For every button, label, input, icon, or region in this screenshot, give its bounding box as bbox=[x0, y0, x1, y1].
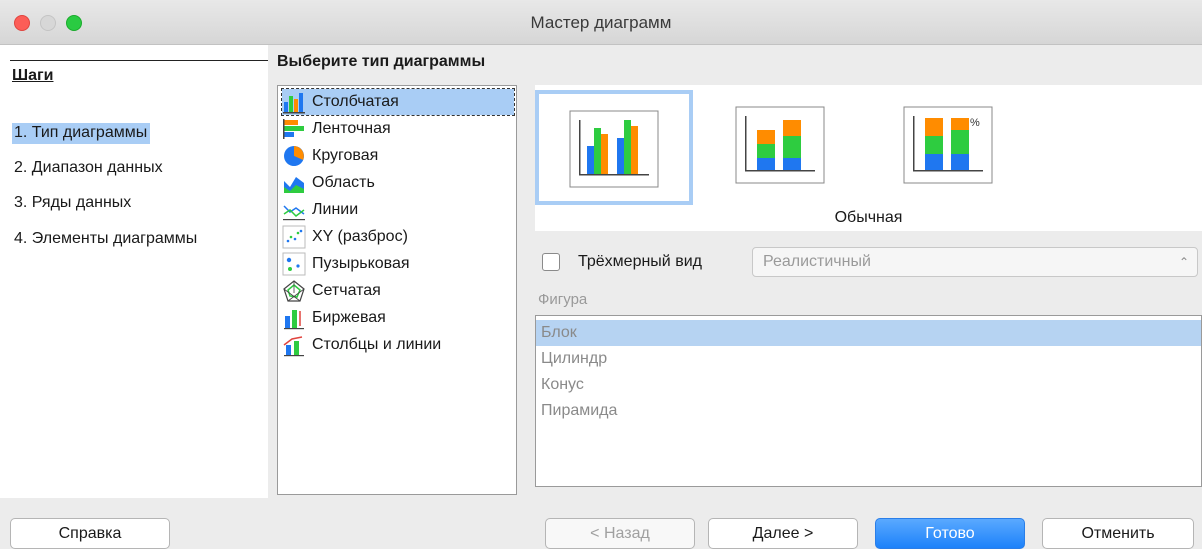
chart-type-label: Линии bbox=[312, 201, 359, 218]
chart-type-label: Область bbox=[312, 174, 375, 191]
step-data-range[interactable]: 2. Диапазон данных bbox=[12, 158, 166, 179]
column-line-chart-icon bbox=[283, 336, 304, 357]
chart-type-bubble[interactable]: Пузырьковая bbox=[282, 251, 514, 277]
back-button[interactable]: < Назад bbox=[545, 518, 695, 549]
step-chart-elements[interactable]: 4. Элементы диаграммы bbox=[12, 229, 200, 250]
chart-type-list[interactable]: Столбчатая Ленточная Круговая Область Ли… bbox=[277, 85, 517, 495]
column-chart-icon bbox=[283, 93, 305, 114]
chart-type-label: Столбчатая bbox=[312, 93, 399, 110]
steps-divider bbox=[10, 60, 268, 61]
chart-variants-panel: % Обычная bbox=[535, 85, 1202, 231]
variant-label: Обычная bbox=[834, 209, 903, 226]
stock-chart-icon bbox=[284, 310, 304, 330]
step-chart-type[interactable]: 1. Тип диаграммы bbox=[12, 123, 151, 144]
chart-type-label: Ленточная bbox=[312, 120, 391, 137]
shape-list[interactable]: Блок Цилиндр Конус Пирамида bbox=[535, 315, 1202, 487]
net-chart-icon bbox=[283, 280, 305, 302]
steps-heading: Шаги bbox=[12, 67, 54, 84]
step-data-series[interactable]: 3. Ряды данных bbox=[12, 193, 134, 214]
chart-type-column[interactable]: Столбчатая bbox=[281, 88, 515, 116]
three-d-label: Трёхмерный вид bbox=[578, 253, 702, 270]
section-title: Выберите тип диаграммы bbox=[277, 53, 486, 70]
chart-type-bar[interactable]: Ленточная bbox=[282, 116, 514, 142]
help-button[interactable]: Справка bbox=[10, 518, 170, 549]
chart-type-label: Круговая bbox=[312, 147, 379, 164]
variant-percent-stacked[interactable]: % bbox=[873, 90, 1031, 205]
shape-option-cone[interactable]: Конус bbox=[536, 372, 1201, 398]
percent-symbol: % bbox=[970, 117, 980, 129]
finish-button[interactable]: Готово bbox=[875, 518, 1025, 549]
chart-type-line[interactable]: Линии bbox=[282, 197, 514, 223]
chart-type-label: Биржевая bbox=[312, 309, 386, 326]
normal-column-icon bbox=[569, 110, 659, 188]
window-title: Мастер диаграмм bbox=[530, 13, 672, 32]
three-d-scheme-value: Реалистичный bbox=[763, 253, 871, 270]
chart-type-scatter[interactable]: XY (разброс) bbox=[282, 224, 514, 250]
chart-type-label: Пузырьковая bbox=[312, 255, 410, 272]
chart-type-label: Сетчатая bbox=[312, 282, 381, 299]
line-chart-icon bbox=[283, 205, 305, 221]
three-d-checkbox[interactable] bbox=[542, 253, 560, 271]
chevron-up-down-icon: ⌃ bbox=[1178, 255, 1189, 269]
shape-option-block[interactable]: Блок bbox=[536, 320, 1201, 346]
chart-type-column-line[interactable]: Столбцы и линии bbox=[282, 332, 514, 358]
stacked-column-icon bbox=[735, 106, 825, 184]
chart-type-label: Столбцы и линии bbox=[312, 336, 442, 353]
bubble-chart-icon bbox=[282, 252, 306, 276]
next-button[interactable]: Далее > bbox=[708, 518, 858, 549]
three-d-scheme-select[interactable]: Реалистичный ⌃ bbox=[752, 247, 1198, 277]
shape-option-cylinder[interactable]: Цилиндр bbox=[536, 346, 1201, 372]
bar-chart-icon bbox=[283, 119, 304, 139]
chart-type-label: XY (разброс) bbox=[312, 228, 408, 245]
variant-stacked[interactable] bbox=[705, 90, 863, 205]
chart-type-stock[interactable]: Биржевая bbox=[282, 305, 514, 331]
chart-type-pie[interactable]: Круговая bbox=[282, 143, 514, 169]
steps-sidebar: Шаги 1. Тип диаграммы 2. Диапазон данных… bbox=[0, 45, 268, 498]
chart-type-area[interactable]: Область bbox=[282, 170, 514, 196]
scatter-chart-icon bbox=[282, 225, 306, 249]
title-bar: Мастер диаграмм bbox=[0, 0, 1202, 45]
area-chart-icon bbox=[284, 177, 304, 193]
percent-stacked-column-icon: % bbox=[903, 106, 993, 184]
chart-type-net[interactable]: Сетчатая bbox=[282, 278, 514, 304]
pie-chart-icon bbox=[284, 146, 304, 166]
shape-option-pyramid[interactable]: Пирамида bbox=[536, 398, 1201, 424]
cancel-button[interactable]: Отменить bbox=[1042, 518, 1194, 549]
variant-normal[interactable] bbox=[535, 90, 693, 205]
shape-label: Фигура bbox=[538, 291, 588, 308]
